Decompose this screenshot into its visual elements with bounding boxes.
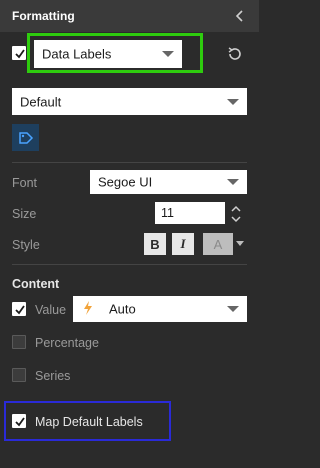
font-color-button[interactable]: A	[203, 233, 233, 255]
font-dropdown[interactable]: Segoe UI	[90, 170, 247, 194]
panel-title: Formatting	[12, 9, 75, 23]
style-label: Style	[12, 238, 40, 252]
chevron-down-icon	[162, 51, 174, 57]
bold-button[interactable]: B	[144, 233, 166, 255]
font-size-stepper[interactable]	[230, 203, 242, 225]
italic-button[interactable]: I	[172, 233, 194, 255]
data-labels-dropdown-value: Data Labels	[42, 46, 112, 62]
font-size-input[interactable]: 11	[155, 202, 225, 224]
value-label: Value	[35, 303, 67, 317]
font-label: Font	[12, 176, 38, 190]
reset-icon[interactable]	[226, 45, 244, 63]
font-dropdown-value: Segoe UI	[98, 174, 153, 190]
collapse-chevron-icon[interactable]	[233, 8, 247, 24]
size-label: Size	[12, 207, 37, 221]
divider	[12, 162, 247, 163]
series-checkbox[interactable]	[12, 368, 26, 382]
content-section-title: Content	[12, 277, 60, 291]
chevron-down-icon	[227, 306, 239, 312]
divider	[12, 264, 247, 265]
percentage-checkbox[interactable]	[12, 335, 26, 349]
chevron-down-icon	[227, 98, 239, 105]
label-tab[interactable]	[12, 124, 39, 151]
data-labels-dropdown[interactable]: Data Labels	[34, 40, 182, 68]
font-size-value: 11	[161, 206, 174, 220]
series-label: Series	[35, 369, 71, 383]
preset-dropdown-value: Default	[20, 94, 62, 109]
preset-dropdown[interactable]: Default	[12, 88, 247, 115]
chevron-down-icon[interactable]	[236, 241, 244, 246]
value-checkbox[interactable]	[12, 302, 26, 316]
map-default-labels-label: Map Default Labels	[35, 415, 143, 429]
map-default-labels-checkbox[interactable]	[12, 414, 26, 428]
percentage-label: Percentage	[35, 336, 99, 350]
enable-checkbox[interactable]	[12, 46, 26, 60]
tag-icon	[19, 132, 34, 144]
lightning-icon	[83, 301, 93, 318]
value-mode-value: Auto	[109, 301, 136, 317]
chevron-down-icon	[227, 179, 239, 185]
value-mode-dropdown[interactable]: Auto	[73, 296, 247, 322]
font-color-glyph: A	[213, 236, 223, 252]
